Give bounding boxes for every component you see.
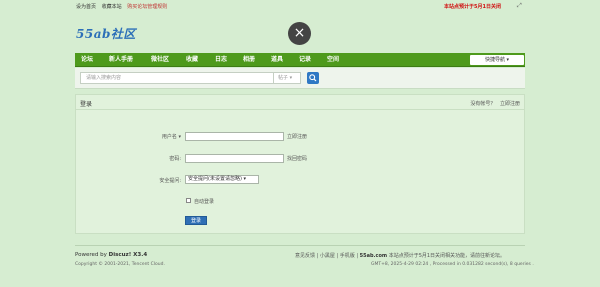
search-input[interactable]: 请输入搜索内容 <box>80 72 274 84</box>
search-icon <box>309 74 317 82</box>
close-icon[interactable]: × <box>288 22 311 45</box>
search-type-select[interactable]: 帖子 ▾ <box>274 72 301 84</box>
nav-item-props[interactable]: 道具 <box>271 53 283 67</box>
no-account-link[interactable]: 没有帐号？ <box>470 101 495 107</box>
nav-item-newbie[interactable]: 新人手册 <box>109 53 133 67</box>
page-stats: GMT+8, 2025-4-29 02:24 , Processed in 0.… <box>371 262 534 267</box>
site-link[interactable]: 55ab.com <box>360 253 387 259</box>
nav-item-favorites[interactable]: 收藏 <box>186 53 198 67</box>
site-notice: 本站点预计于5月1日关闭相关功能，请前往新论坛。 <box>388 253 506 259</box>
username-field[interactable] <box>185 132 284 141</box>
discuz-link[interactable]: Discuz! X3.4 <box>109 252 148 258</box>
nav-item-album[interactable]: 相册 <box>243 53 255 67</box>
blackroom-link[interactable]: 小黑屋 <box>320 253 335 259</box>
closing-notice[interactable]: 本站点预计于5月1日关闭 <box>444 3 501 10</box>
username-register-link[interactable]: 立即注册 <box>287 133 307 140</box>
powered-by: Powered by Discuz! X3.4 <box>75 252 147 258</box>
autologin-checkbox[interactable] <box>186 198 191 203</box>
top-links: 设为首页 收藏本站 购买论坛管理规则 <box>76 3 171 10</box>
quick-nav-button[interactable]: 快捷导航 ▾ <box>470 55 524 65</box>
login-panel-header: 登录 没有帐号？ 立即注册 <box>76 95 524 110</box>
autologin-label[interactable]: 自动登录 <box>194 198 214 205</box>
expand-icon[interactable]: ⤢ <box>517 2 524 9</box>
set-homepage-link[interactable]: 设为首页 <box>76 4 96 10</box>
nav-item-micro[interactable]: 微社区 <box>151 53 169 67</box>
nav-item-forum[interactable]: 论坛 <box>81 53 93 67</box>
forgot-password-link[interactable]: 找回密码 <box>287 155 307 162</box>
search-button[interactable] <box>307 72 319 84</box>
login-button[interactable]: 登录 <box>185 216 207 225</box>
nav-item-blog[interactable]: 日志 <box>215 53 227 67</box>
register-now-link[interactable]: 立即注册 <box>500 101 520 107</box>
search-bar: 请输入搜索内容 帖子 ▾ <box>75 68 525 89</box>
footer-links: 意见反馈 | 小黑屋 | 手机版 | 55ab.com 本站点预计于5月1日关闭… <box>295 253 506 259</box>
security-question-label: 安全提问: <box>159 178 181 184</box>
rules-link[interactable]: 购买论坛管理规则 <box>127 4 167 10</box>
register-links: 没有帐号？ 立即注册 <box>467 100 520 107</box>
username-label[interactable]: 用户名 ▾ <box>141 133 181 140</box>
top-bar: 设为首页 收藏本站 购买论坛管理规则 本站点预计于5月1日关闭 ⤢ <box>0 0 600 11</box>
powered-label: Powered by <box>75 252 107 258</box>
bookmark-link[interactable]: 收藏本站 <box>102 4 122 10</box>
main-nav: 论坛 新人手册 微社区 收藏 日志 相册 道具 记录 空间 快捷导航 ▾ <box>75 53 525 67</box>
nav-item-space[interactable]: 空间 <box>327 53 339 67</box>
copyright: Copyright © 2001-2021, Tencent Cloud. <box>75 262 165 267</box>
site-logo[interactable]: 55ab社区 <box>76 25 136 42</box>
login-panel: 登录 没有帐号？ 立即注册 用户名 ▾ 立即注册 密码: 找回密码 安全提问: … <box>75 94 525 234</box>
password-field[interactable] <box>185 154 284 163</box>
mobile-link[interactable]: 手机版 <box>340 253 355 259</box>
password-label: 密码: <box>169 156 181 162</box>
footer-divider <box>75 245 525 246</box>
feedback-link[interactable]: 意见反馈 <box>295 253 315 259</box>
page-title: 登录 <box>80 101 93 108</box>
nav-item-records[interactable]: 记录 <box>299 53 311 67</box>
security-question-select[interactable]: 安全提问(未设置请忽略) ▾ <box>185 175 259 184</box>
